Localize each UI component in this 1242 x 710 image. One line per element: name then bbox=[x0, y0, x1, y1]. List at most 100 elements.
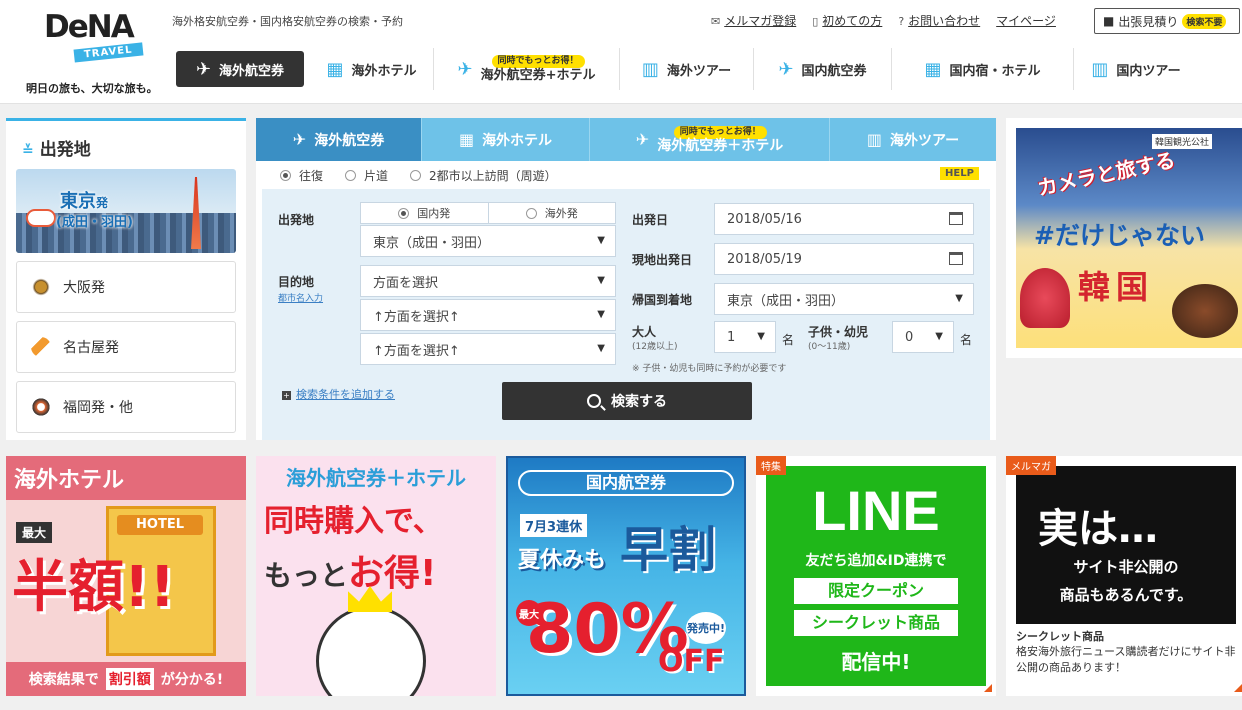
question-icon: ? bbox=[898, 15, 905, 28]
header-tagline: 海外格安航空券・国内格安航空券の検索・予約 bbox=[172, 15, 403, 28]
destination-label: 目的地 bbox=[278, 275, 315, 289]
plane-hotel-icon: ✈ bbox=[457, 58, 473, 80]
tab-flight-hotel[interactable]: ✈ 同時でもっとお得！ 海外航空券＋ホテル bbox=[590, 118, 830, 161]
nav-overseas-flights[interactable]: ✈ 海外航空券 bbox=[176, 51, 304, 87]
child-count-select[interactable]: 0 ▼ bbox=[892, 321, 954, 353]
caret-down-icon: ▼ bbox=[597, 343, 605, 354]
building-icon: ▦ bbox=[326, 58, 344, 80]
caret-down-icon: ▼ bbox=[955, 293, 963, 304]
local-date-input[interactable]: 2018/05/19 bbox=[714, 243, 974, 275]
shaved-ice-image bbox=[1020, 268, 1070, 328]
destination-select-2[interactable]: ↑方面を選択↑ ▼ bbox=[360, 299, 616, 331]
adult-label: 大人 bbox=[632, 325, 657, 339]
origin-label: 出発地 bbox=[278, 213, 315, 227]
child-label: 子供・幼児 bbox=[808, 325, 869, 339]
fried-shrimp-icon bbox=[31, 337, 51, 357]
site-header: DeNA TRAVEL 明日の旅も、大切な旅も。 海外格安航空券・国内格安航空券… bbox=[0, 0, 1242, 104]
nav-domestic-flights[interactable]: ✈ 国内航空券 bbox=[754, 48, 892, 90]
radio-multi-city[interactable]: 2都市以上訪問（周遊） bbox=[410, 167, 557, 184]
nav-overseas-hotels[interactable]: ▦ 海外ホテル bbox=[310, 48, 434, 90]
mypage-link[interactable]: マイページ bbox=[996, 12, 1056, 29]
departure-fukuoka[interactable]: 福岡発・他 bbox=[16, 381, 236, 433]
sushi-icon bbox=[26, 209, 56, 227]
mail-icon: ✉ bbox=[711, 15, 721, 28]
depart-date-input[interactable]: 2018/05/16 bbox=[714, 203, 974, 235]
newsletter-tag: メルマガ bbox=[1006, 456, 1056, 475]
logo-text: DeNA bbox=[44, 9, 135, 45]
destination-select-3[interactable]: ↑方面を選択↑ ▼ bbox=[360, 333, 616, 365]
adult-unit: 名 bbox=[782, 333, 795, 347]
add-conditions-link[interactable]: + 検索条件を追加する bbox=[282, 386, 395, 402]
newsletter-link[interactable]: ✉ メルマガ登録 bbox=[711, 12, 796, 29]
caret-down-icon: ▼ bbox=[597, 235, 605, 246]
banner-overseas-hotel[interactable]: 海外ホテル HOTEL 最大 半額!! 検索結果で 割引額 が分かる! bbox=[6, 456, 246, 696]
caret-down-icon: ▼ bbox=[757, 331, 765, 342]
tab-overseas-tours[interactable]: ▥ 海外ツアー bbox=[830, 118, 996, 161]
beginners-link[interactable]: ▯ 初めての方 bbox=[812, 12, 882, 29]
adult-age-note: (12歳以上) bbox=[632, 342, 678, 352]
radio-domestic[interactable]: 国内発 bbox=[361, 203, 488, 223]
local-date-label: 現地出発日 bbox=[632, 253, 693, 267]
plane-icon: ✈ bbox=[292, 130, 307, 149]
korea-ad-image: 韓国観光公社 カメラと旅する #だけじゃない 韓国 bbox=[1016, 128, 1242, 348]
nav-domestic-hotels[interactable]: ▦ 国内宿・ホテル bbox=[892, 48, 1074, 90]
building-icon: ▦ bbox=[924, 58, 942, 80]
child-unit: 名 bbox=[960, 333, 973, 347]
no-search-badge: 検索不要 bbox=[1182, 13, 1227, 29]
ramen-icon bbox=[31, 397, 51, 417]
trip-type-bar: 往復 片道 2都市以上訪問（周遊） HELP bbox=[262, 161, 990, 189]
return-select[interactable]: 東京（成田・羽田） ▼ bbox=[714, 283, 974, 315]
city-name-input-link[interactable]: 都市名入力 bbox=[278, 291, 323, 304]
departure-tokyo[interactable]: 東京発 (成田・羽田) bbox=[16, 169, 236, 253]
destination-select-1[interactable]: 方面を選択 ▼ bbox=[360, 265, 616, 297]
search-form: 往復 片道 2都市以上訪問（周遊） HELP 出発地 国内発 海外発 東京（成田… bbox=[262, 161, 990, 440]
takoyaki-icon bbox=[31, 277, 51, 297]
main-nav: ✈ 海外航空券 ▦ 海外ホテル ✈ 同時でもっとお得！ 海外航空券+ホテル ▥ 海外ツアー… bbox=[170, 48, 1242, 90]
search-tabs: ✈ 海外航空券 ▦ 海外ホテル ✈ 同時でもっとお得！ 海外航空券＋ホテル ▥ 海外ツアー bbox=[256, 118, 996, 161]
business-estimate-button[interactable]: ■ 出張見積り 検索不要 bbox=[1094, 8, 1240, 34]
adult-count-select[interactable]: 1 ▼ bbox=[714, 321, 776, 353]
departure-osaka[interactable]: 大阪発 bbox=[16, 261, 236, 313]
nav-overseas-tours[interactable]: ▥ 海外ツアー bbox=[620, 48, 754, 90]
departure-panel: ≚ 出発地 東京発 (成田・羽田) 大阪発 名古屋発 福岡発・他 bbox=[6, 118, 246, 440]
plus-icon: + bbox=[282, 391, 291, 400]
tab-overseas-flights[interactable]: ✈ 海外航空券 bbox=[256, 118, 422, 161]
contact-link[interactable]: ? お問い合わせ bbox=[898, 12, 980, 29]
caret-down-icon: ▼ bbox=[597, 309, 605, 320]
tab-overseas-hotels[interactable]: ▦ 海外ホテル bbox=[422, 118, 590, 161]
banner-newsletter[interactable]: 実は… サイト非公開の 商品もあるんです。 メルマガ シークレット商品 格安海外… bbox=[1006, 456, 1242, 696]
suitcase-icon: ▥ bbox=[866, 130, 882, 149]
departure-nagoya[interactable]: 名古屋発 bbox=[16, 321, 236, 373]
banner-line[interactable]: LINE 友だち追加&ID連携で 限定クーポン シークレット商品 配信中! 特集 bbox=[756, 456, 996, 696]
plane-icon: ✈ bbox=[778, 58, 794, 80]
briefcase-icon: ■ bbox=[1103, 14, 1115, 28]
radio-round-trip[interactable]: 往復 bbox=[280, 167, 323, 184]
promo-pill: 同時でもっとお得！ bbox=[673, 125, 767, 139]
search-button[interactable]: 検索する bbox=[502, 382, 752, 420]
header-links: ✉ メルマガ登録 ▯ 初めての方 ? お問い合わせ マイページ bbox=[711, 12, 1056, 29]
logo-tagline: 明日の旅も、大切な旅も。 bbox=[26, 82, 158, 95]
korea-tourism-ad[interactable]: 韓国観光公社 カメラと旅する #だけじゃない 韓国 bbox=[1006, 118, 1242, 358]
building-icon: ▦ bbox=[458, 130, 475, 149]
banner-domestic-flights[interactable]: 国内航空券 7月3連休 夏休みも 早割 80% 最大 OFF 発売中! bbox=[506, 456, 746, 696]
radio-one-way[interactable]: 片道 bbox=[345, 167, 388, 184]
help-button[interactable]: HELP bbox=[940, 167, 979, 180]
mascot-bird-image bbox=[316, 606, 426, 696]
caret-down-icon: ▼ bbox=[597, 275, 605, 286]
child-age-note: (0〜11歳) bbox=[808, 342, 851, 352]
calendar-icon bbox=[949, 252, 963, 265]
feature-tag: 特集 bbox=[756, 456, 786, 475]
departure-heading: ≚ 出発地 bbox=[22, 140, 91, 160]
origin-select[interactable]: 東京（成田・羽田） ▼ bbox=[360, 225, 616, 257]
nav-flight-hotel[interactable]: ✈ 同時でもっとお得！ 海外航空券+ホテル bbox=[434, 48, 620, 90]
radio-overseas[interactable]: 海外発 bbox=[487, 203, 616, 223]
plane-hotel-icon: ✈ bbox=[635, 130, 650, 149]
search-icon bbox=[587, 394, 601, 408]
banner-flight-hotel[interactable]: 海外航空券＋ホテル 同時購入で、 もっとお得! bbox=[256, 456, 496, 696]
stew-image bbox=[1172, 284, 1238, 338]
logo-travel-label: TRAVEL bbox=[73, 42, 144, 63]
suitcase-icon: ▥ bbox=[641, 58, 659, 80]
dena-travel-logo[interactable]: DeNA TRAVEL bbox=[44, 9, 144, 63]
caret-down-icon: ▼ bbox=[935, 331, 943, 342]
nav-domestic-tours[interactable]: ▥ 国内ツアー bbox=[1074, 48, 1198, 90]
